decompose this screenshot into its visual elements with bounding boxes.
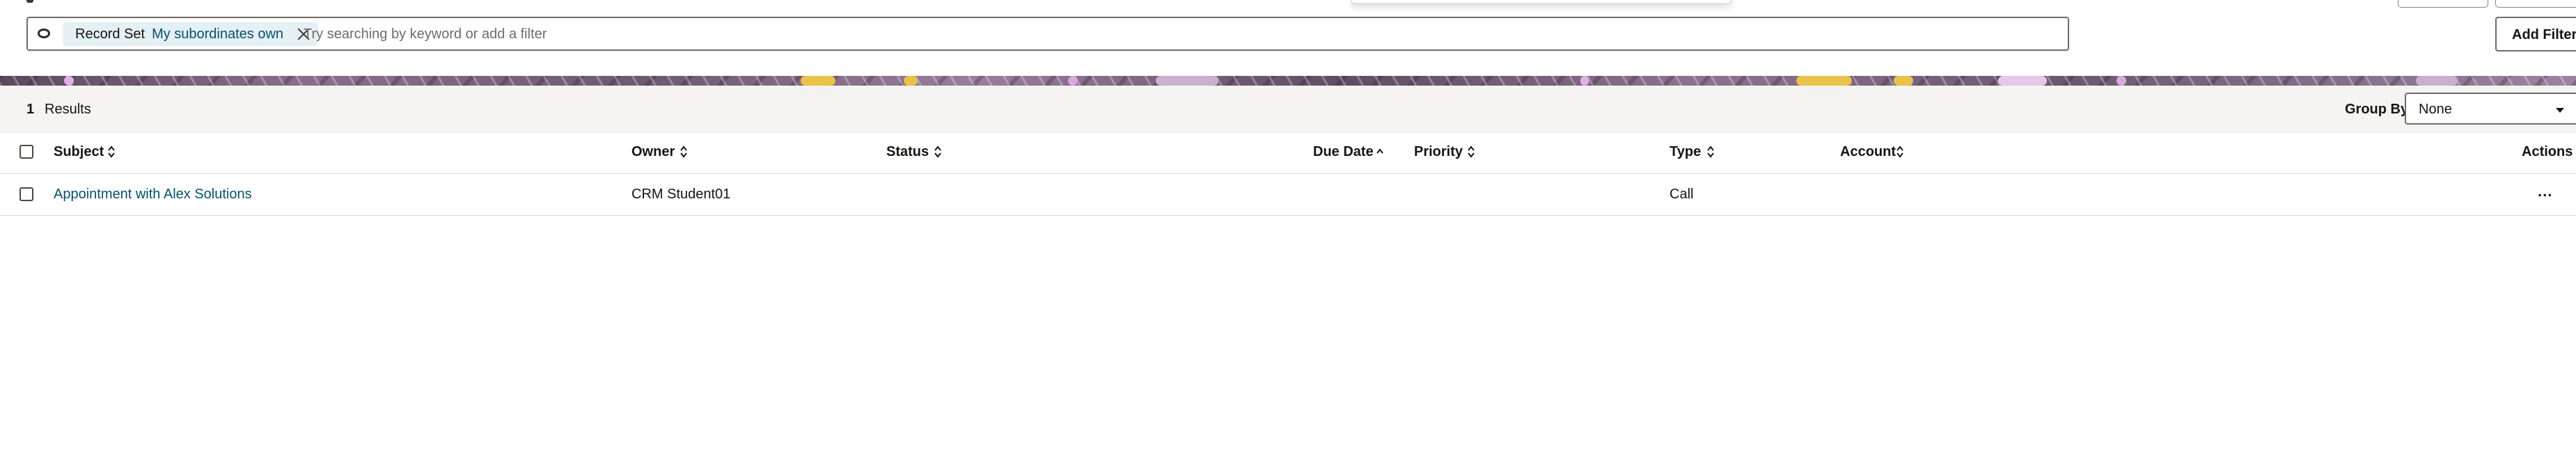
row-owner: CRM Student01 [631,187,731,202]
filter-chip-value[interactable]: My subordinates own [152,26,283,42]
header-divider [0,173,2576,174]
header-button-partial-2[interactable] [2495,0,2576,8]
column-header-due-date[interactable]: Due Date [1313,144,1374,160]
filter-icon[interactable] [38,29,50,38]
sort-icon[interactable] [1706,145,1715,159]
column-header-actions: Actions [2522,144,2573,159]
results-label: Results [45,102,91,117]
chevron-down-icon[interactable] [2556,108,2564,113]
group-by-value[interactable]: None [2419,102,2452,118]
select-all-checkbox[interactable] [19,145,33,159]
filter-chip-label: Record Set [75,26,146,42]
column-header-subject[interactable]: Subject [54,144,104,160]
sort-icon[interactable] [934,145,942,159]
sort-icon[interactable] [107,145,116,159]
row-divider [0,215,2576,216]
sort-ascending-icon[interactable] [1376,145,1384,159]
results-count: 1 [26,102,35,117]
column-header-owner[interactable]: Owner [631,144,675,160]
column-header-account[interactable]: Account [1840,144,1896,160]
collapse-caret-icon[interactable] [26,0,33,3]
header-button-partial[interactable] [2398,0,2488,8]
filter-chip-record-set[interactable]: Record Set My subordinates own [63,22,319,46]
sort-icon[interactable] [680,145,688,159]
search-input[interactable] [304,23,2058,45]
row-checkbox[interactable] [19,187,33,201]
row-type: Call [1670,187,1694,202]
column-header-priority[interactable]: Priority [1414,144,1463,160]
row-subject-link[interactable]: Appointment with Alex Solutions [54,187,252,203]
add-filter-button[interactable]: Add Filter [2495,17,2576,52]
popover-edge [1351,0,1732,4]
sort-icon[interactable] [1467,145,1475,159]
sort-icon[interactable] [1896,145,1904,159]
more-actions-icon[interactable]: ... [2538,182,2552,200]
group-by-label: Group By [2345,102,2409,117]
decorative-banner [0,76,2576,86]
column-header-type[interactable]: Type [1670,144,1701,160]
results-toolbar [0,86,2576,133]
column-header-status[interactable]: Status [886,144,929,160]
